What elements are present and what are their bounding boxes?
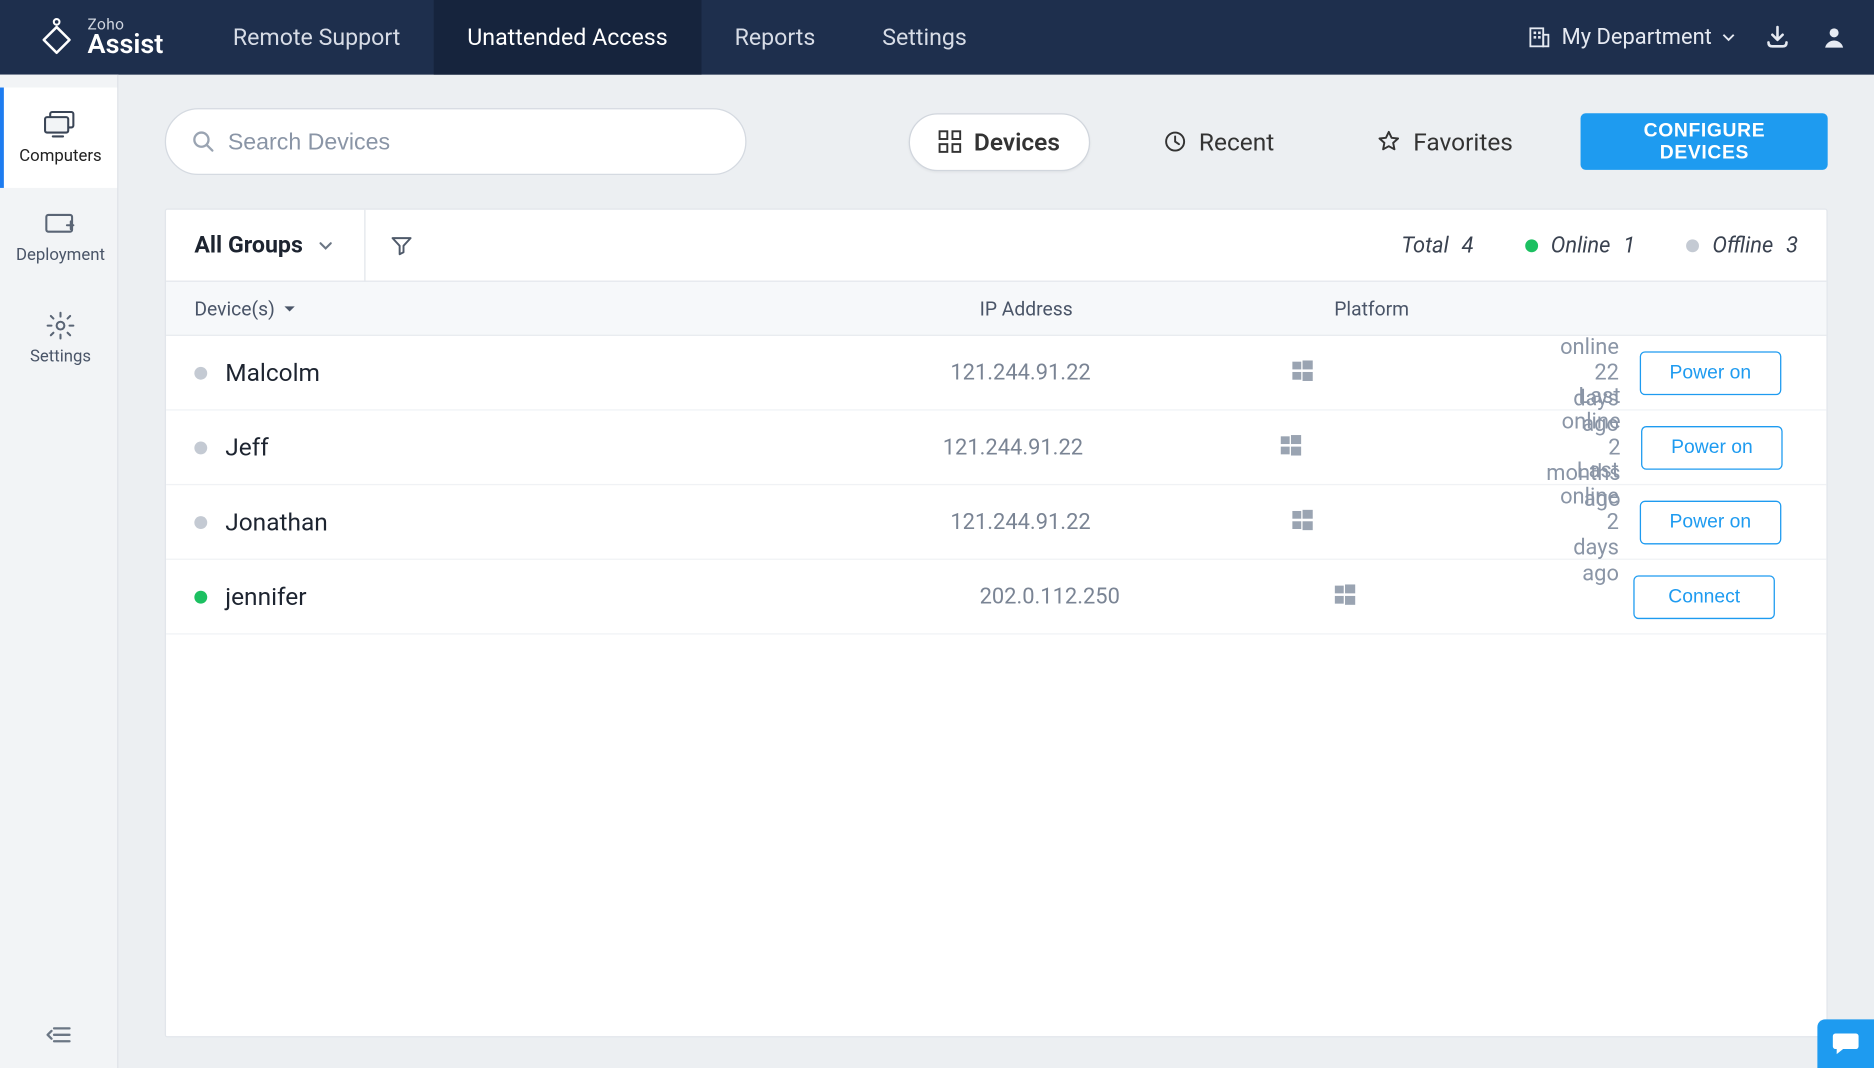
top-nav: Zoho Assist Remote Support Unattended Ac… xyxy=(0,0,1874,75)
search-icon xyxy=(192,130,215,153)
stat-offline-label: Offline xyxy=(1712,232,1773,258)
department-picker[interactable]: My Department xyxy=(1528,24,1735,50)
sidebar-item-label: Settings xyxy=(30,347,91,366)
brand-name: Assist xyxy=(88,32,164,59)
tab-reports[interactable]: Reports xyxy=(701,0,849,75)
panel-header: All Groups Total 4 xyxy=(166,210,1826,282)
search-box[interactable] xyxy=(165,108,746,175)
table-row[interactable]: Jonathan 121.244.91.22 Last online 2 day… xyxy=(166,485,1826,560)
computers-icon xyxy=(44,110,77,138)
user-icon xyxy=(1821,24,1847,50)
tab-remote-support[interactable]: Remote Support xyxy=(199,0,433,75)
table-header: Device(s) IP Address Platform xyxy=(166,282,1826,336)
stat-total-value: 4 xyxy=(1462,232,1474,258)
device-name: Malcolm xyxy=(225,358,320,388)
stat-online-label: Online xyxy=(1551,232,1611,258)
connect-button[interactable]: Connect xyxy=(1633,575,1775,619)
device-status: Last online 2 days ago xyxy=(1560,458,1639,587)
segment-favorites[interactable]: Favorites xyxy=(1348,113,1543,171)
device-name: Jonathan xyxy=(225,507,328,537)
download-button[interactable] xyxy=(1763,23,1791,51)
col-header-device-label: Device(s) xyxy=(194,297,274,320)
power-on-button[interactable]: Power on xyxy=(1640,500,1782,544)
status-dot-icon xyxy=(194,441,207,454)
device-ip: 121.244.91.22 xyxy=(950,360,1291,386)
platform-icon xyxy=(1292,360,1560,386)
sort-caret-icon xyxy=(283,302,296,315)
col-header-ip[interactable]: IP Address xyxy=(980,297,1335,320)
collapse-icon xyxy=(46,1026,72,1044)
grid-icon xyxy=(938,130,961,153)
stat-offline: Offline 3 xyxy=(1687,232,1798,258)
sidebar-collapse-button[interactable] xyxy=(0,1001,117,1068)
deployment-icon xyxy=(44,212,77,238)
tab-settings[interactable]: Settings xyxy=(849,0,1001,75)
left-sidebar: Computers Deployment Settings xyxy=(0,75,118,1068)
col-header-platform[interactable]: Platform xyxy=(1334,297,1613,320)
sidebar-item-label: Deployment xyxy=(16,245,105,264)
stat-online-value: 1 xyxy=(1623,232,1635,258)
group-selector-label: All Groups xyxy=(194,232,303,259)
gear-icon xyxy=(46,311,74,339)
configure-devices-button[interactable]: CONFIGURE DEVICES xyxy=(1581,113,1828,170)
device-ip: 121.244.91.22 xyxy=(950,509,1291,535)
devices-panel: All Groups Total 4 xyxy=(165,209,1828,1038)
view-segments: Devices Recent Favorites xyxy=(908,113,1542,171)
segment-devices[interactable]: Devices xyxy=(908,113,1089,171)
device-ip: 202.0.112.250 xyxy=(980,584,1335,610)
power-on-button[interactable]: Power on xyxy=(1641,425,1783,469)
department-label: My Department xyxy=(1562,24,1712,50)
device-ip: 121.244.91.22 xyxy=(943,434,1281,460)
chat-icon xyxy=(1832,1031,1860,1057)
profile-button[interactable] xyxy=(1820,23,1848,51)
status-dot-icon xyxy=(194,590,207,603)
platform-icon xyxy=(1292,509,1560,535)
brand-logo-icon xyxy=(39,17,75,58)
sidebar-item-computers[interactable]: Computers xyxy=(0,88,117,188)
sidebar-item-label: Computers xyxy=(19,146,101,165)
sidebar-item-settings[interactable]: Settings xyxy=(0,288,117,388)
segment-recent[interactable]: Recent xyxy=(1133,113,1304,171)
platform-icon xyxy=(1334,584,1613,610)
device-name: Jeff xyxy=(225,432,268,462)
tab-unattended-access[interactable]: Unattended Access xyxy=(434,0,701,75)
toolbar: Devices Recent Favorites xyxy=(165,108,1828,175)
clock-icon xyxy=(1163,130,1186,153)
status-dot-icon xyxy=(194,515,207,528)
stat-online: Online 1 xyxy=(1525,232,1635,258)
stat-total: Total 4 xyxy=(1401,232,1473,258)
chat-button[interactable] xyxy=(1817,1019,1874,1068)
building-icon xyxy=(1528,26,1551,49)
segment-label: Favorites xyxy=(1413,127,1513,157)
chevron-down-icon xyxy=(318,237,333,252)
dot-online-icon xyxy=(1525,239,1538,252)
brand: Zoho Assist xyxy=(0,0,199,75)
filter-icon xyxy=(392,235,413,256)
group-selector[interactable]: All Groups xyxy=(194,209,366,281)
status-dot-icon xyxy=(194,366,207,379)
col-header-device[interactable]: Device(s) xyxy=(194,297,979,320)
segment-label: Recent xyxy=(1199,127,1274,157)
dot-offline-icon xyxy=(1687,239,1700,252)
main-area: Devices Recent Favorites xyxy=(118,75,1874,1068)
stat-offline-value: 3 xyxy=(1786,232,1798,258)
download-icon xyxy=(1765,24,1791,50)
segment-label: Devices xyxy=(974,127,1060,157)
device-name: jennifer xyxy=(225,582,306,612)
sidebar-item-deployment[interactable]: Deployment xyxy=(0,188,117,288)
platform-icon xyxy=(1281,434,1547,460)
caret-down-icon xyxy=(1722,31,1735,44)
search-input[interactable] xyxy=(228,128,719,155)
device-stats: Total 4 Online 1 Offline 3 xyxy=(1401,232,1798,258)
table-body: Malcolm 121.244.91.22 Last online 22 day… xyxy=(166,336,1826,1036)
power-on-button[interactable]: Power on xyxy=(1640,351,1782,395)
star-icon xyxy=(1377,130,1400,153)
filter-button[interactable] xyxy=(392,209,413,281)
stat-total-label: Total xyxy=(1401,232,1448,258)
